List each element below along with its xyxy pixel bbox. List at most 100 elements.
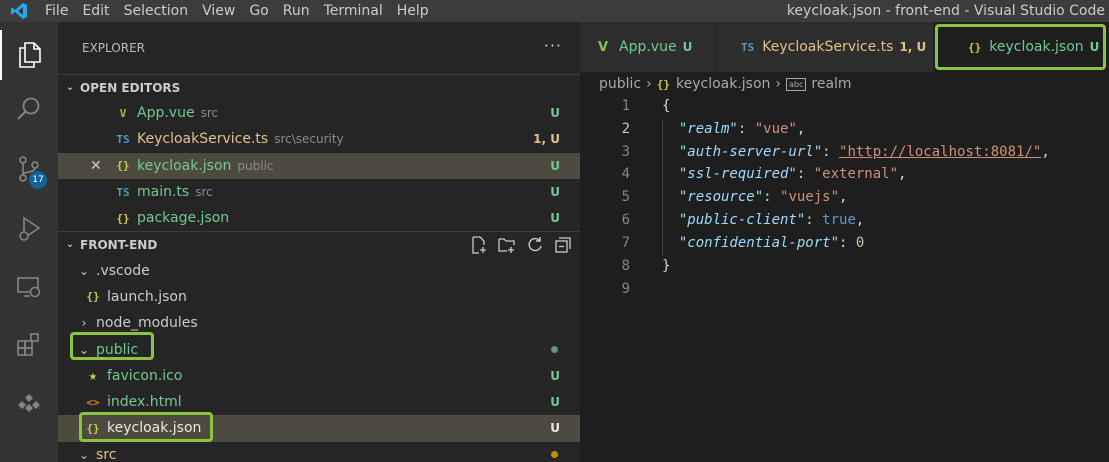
tree-folder-node-modules[interactable]: › node_modules	[58, 310, 580, 336]
tree-folder-src[interactable]: ⌄ src	[58, 442, 580, 462]
tab-keycloakservice-ts[interactable]: TS KeycloakService.ts 1, U	[717, 22, 933, 72]
open-editor-item[interactable]: ✕ {} keycloak.json public U	[58, 152, 580, 179]
json-comma: ,	[839, 189, 848, 205]
tab-keycloak-json[interactable]: {} keycloak.json U	[934, 22, 1109, 72]
run-debug-icon[interactable]	[0, 204, 58, 254]
tab-status: U	[682, 40, 693, 54]
front-end-title: FRONT-END	[80, 237, 158, 252]
tree-folder-public[interactable]: ⌄ public	[58, 336, 580, 362]
more-actions-button[interactable]: ···	[544, 36, 562, 55]
tree-item-label: favicon.ico	[107, 367, 183, 384]
git-status-badge: U	[550, 185, 560, 200]
menu-help[interactable]: Help	[390, 0, 436, 22]
code-editor[interactable]: 1 2 3 4 5 6 7 8 9 { "realm": "vue", "aut…	[580, 96, 1109, 462]
menu-terminal[interactable]: Terminal	[317, 0, 390, 22]
kubernetes-icon[interactable]	[0, 378, 58, 428]
breadcrumb-folder[interactable]: public	[599, 76, 641, 92]
git-status-badge: U	[550, 106, 560, 121]
json-value: "vuejs"	[780, 189, 840, 205]
tree-file-keycloak-json[interactable]: {} keycloak.json U	[58, 415, 580, 442]
tab-label: keycloak.json	[989, 39, 1084, 55]
menu-view[interactable]: View	[195, 0, 242, 22]
breadcrumb: public › {} keycloak.json › abc realm	[580, 72, 1109, 96]
line-number: 7	[621, 235, 630, 251]
tree-item-label: node_modules	[96, 315, 198, 332]
activity-bar: 17	[0, 22, 58, 462]
json-file-icon: {}	[968, 40, 982, 54]
git-status-badge: U	[550, 421, 560, 436]
open-editor-name: keycloak.json	[137, 157, 232, 174]
json-value-link[interactable]: "http://localhost:8081/"	[839, 144, 1041, 160]
open-editor-desc: public	[237, 158, 274, 173]
json-comma: ,	[796, 121, 806, 137]
code-line: "realm": "vue",	[678, 121, 806, 137]
search-icon[interactable]	[0, 84, 58, 134]
scm-badge: 17	[29, 171, 47, 189]
front-end-header[interactable]: ⌄ FRONT-END	[58, 231, 580, 257]
chevron-down-icon: ⌄	[78, 263, 90, 278]
code-line: "ssl-required": "external",	[678, 166, 907, 182]
menu-file[interactable]: File	[38, 0, 75, 22]
tree-item-label: keycloak.json	[107, 420, 202, 437]
code-line: "resource": "vuejs",	[678, 189, 848, 205]
breadcrumb-file[interactable]: keycloak.json	[676, 76, 770, 92]
tree-item-label: launch.json	[107, 288, 187, 305]
tree-file-launch-json[interactable]: {} launch.json	[58, 284, 580, 310]
json-value: "vue"	[754, 121, 797, 137]
tree-item-label: index.html	[107, 394, 182, 411]
line-number: 5	[621, 189, 630, 205]
open-editor-item[interactable]: TS main.ts src U	[58, 179, 580, 205]
menu-go[interactable]: Go	[242, 0, 275, 22]
window-title: keycloak.json - front-end - Visual Studi…	[786, 3, 1105, 19]
json-key: "realm"	[678, 121, 738, 137]
collapse-all-icon[interactable]	[554, 236, 572, 254]
tab-label: App.vue	[619, 39, 677, 55]
html-file-icon: <>	[86, 395, 100, 409]
open-editor-item[interactable]: {} package.json U	[58, 205, 580, 231]
sidebar-title: EXPLORER	[82, 41, 145, 55]
menu-edit[interactable]: Edit	[75, 0, 116, 22]
new-folder-icon[interactable]	[498, 236, 516, 254]
menu-run[interactable]: Run	[276, 0, 317, 22]
explorer-icon[interactable]	[0, 30, 58, 80]
json-key: "public-client"	[678, 212, 806, 228]
json-key: "ssl-required"	[678, 166, 797, 182]
tab-app-vue[interactable]: V App.vue U	[580, 22, 716, 72]
source-control-icon[interactable]: 17	[0, 144, 58, 194]
chevron-right-icon: ›	[81, 316, 87, 331]
git-status-badge: 1, U	[533, 132, 560, 147]
json-file-icon: {}	[116, 159, 130, 173]
json-value: 0	[855, 235, 865, 251]
vscode-logo-icon	[0, 0, 38, 22]
open-editor-desc: src\security	[274, 132, 344, 147]
sidebar-header: EXPLORER ···	[58, 22, 580, 74]
extensions-icon[interactable]	[0, 320, 58, 370]
open-editor-name: KeycloakService.ts	[137, 131, 269, 148]
json-file-icon: {}	[116, 211, 130, 225]
open-editors-header[interactable]: ⌄ OPEN EDITORS	[58, 74, 580, 100]
refresh-icon[interactable]	[526, 236, 544, 254]
line-number: 4	[621, 166, 630, 182]
open-editor-item[interactable]: V App.vue src U	[58, 100, 580, 126]
open-editor-desc: src	[200, 106, 219, 121]
json-comma: ,	[898, 166, 907, 182]
tree-folder-vscode[interactable]: ⌄ .vscode	[58, 257, 580, 283]
tab-status: U	[1089, 40, 1100, 54]
title-bar: File Edit Selection View Go Run Terminal…	[0, 0, 1109, 22]
code-line: "confidential-port": 0	[678, 235, 865, 251]
line-number: 9	[621, 281, 630, 297]
tree-file-index-html[interactable]: <> index.html U	[58, 389, 580, 415]
json-value: true	[822, 212, 856, 228]
close-icon[interactable]: ✕	[90, 158, 102, 174]
code-line: }	[662, 258, 671, 274]
breadcrumb-symbol[interactable]: realm	[811, 76, 851, 92]
new-file-icon[interactable]	[470, 236, 488, 255]
open-editor-name: main.ts	[137, 184, 190, 201]
menu-selection[interactable]: Selection	[117, 0, 196, 22]
tree-file-favicon[interactable]: ★ favicon.ico U	[58, 363, 580, 389]
open-editor-item[interactable]: TS KeycloakService.ts src\security 1, U	[58, 126, 580, 152]
line-number: 6	[621, 212, 630, 228]
line-number: 2	[621, 121, 630, 137]
remote-explorer-icon[interactable]	[0, 262, 58, 312]
star-icon: ★	[88, 367, 98, 384]
